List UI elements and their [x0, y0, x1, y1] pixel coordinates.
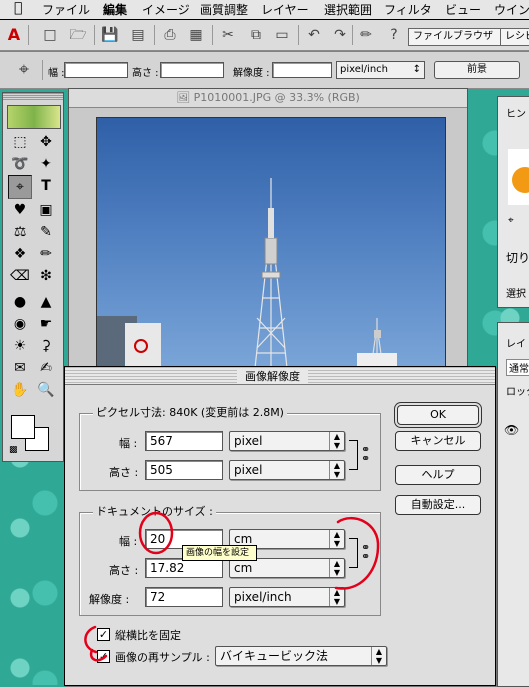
annotation-circle-width [138, 511, 174, 555]
annotation-circle-constrain [84, 625, 98, 654]
annotation-circle-chain [334, 517, 380, 590]
red-annotation-overlay [84, 511, 380, 662]
